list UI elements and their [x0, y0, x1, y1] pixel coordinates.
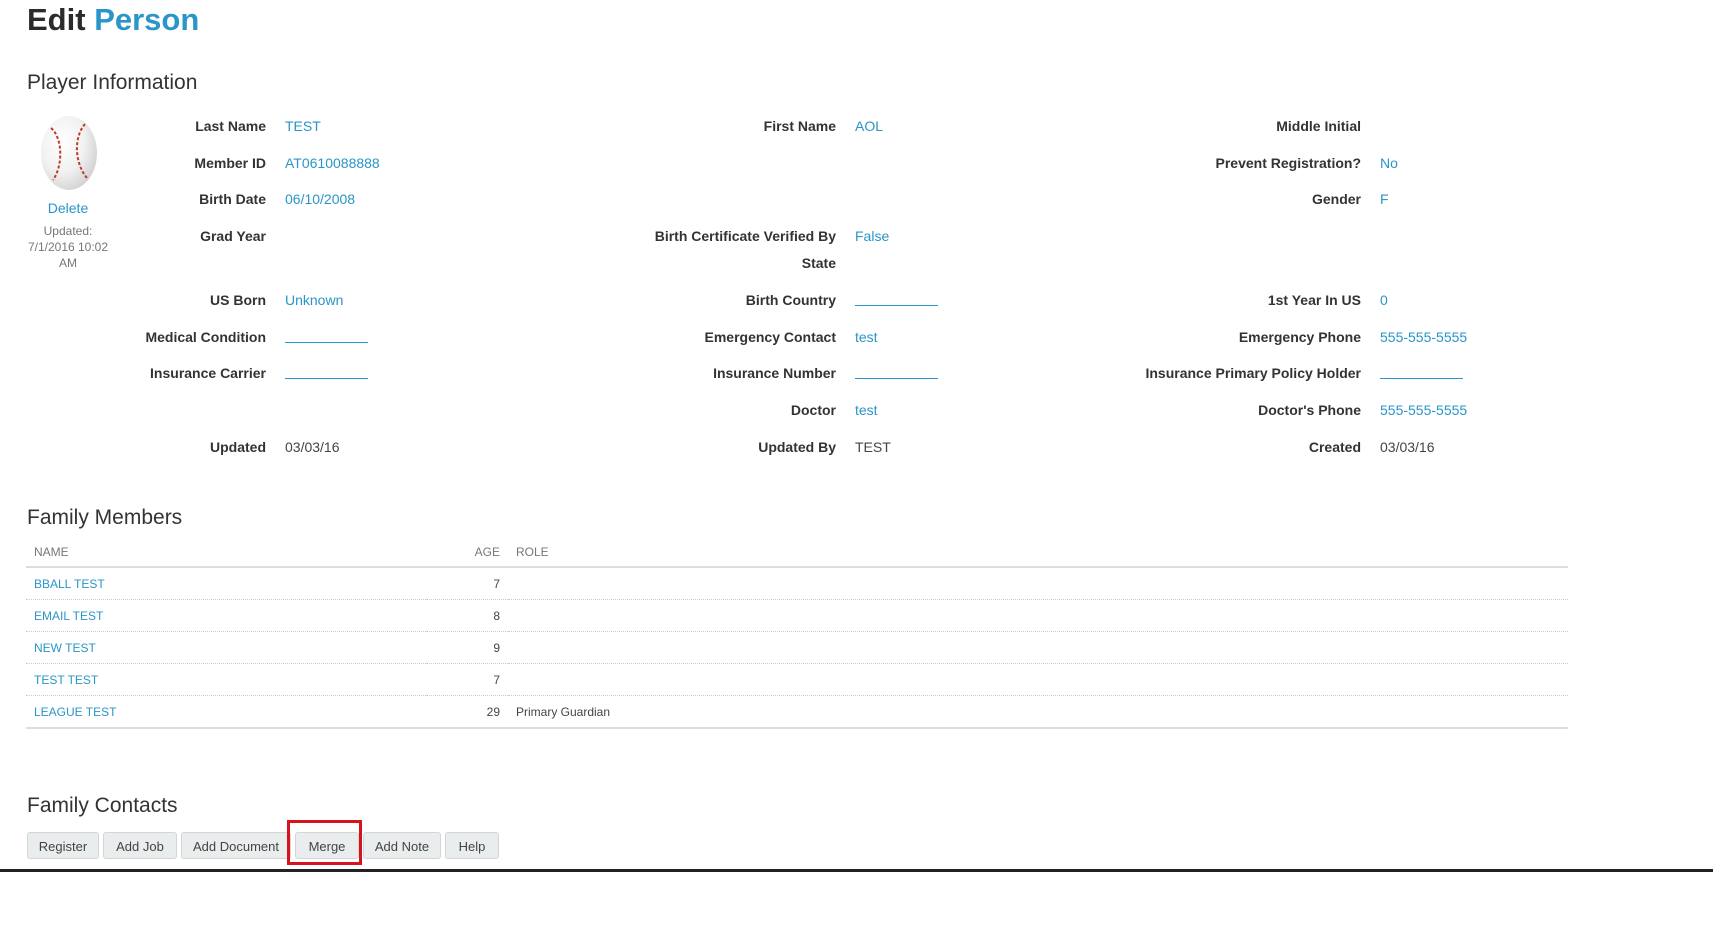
updated-value: 03/03/16 [285, 439, 340, 455]
member-age: 7 [426, 663, 508, 696]
updated-by-label: Updated By [758, 439, 836, 455]
gender-label: Gender [1311, 191, 1361, 207]
family-members-table: NAME AGE ROLE BBALL TEST 7 EMAIL TEST 8 … [26, 538, 1568, 729]
updated-label: Updated [210, 439, 266, 455]
add-note-button[interactable]: Add Note [363, 832, 441, 859]
updated-by-value: TEST [855, 439, 891, 455]
delete-link[interactable]: Delete [26, 200, 110, 216]
grad-year-label: Grad Year [200, 228, 266, 244]
member-name-link[interactable]: NEW TEST [26, 631, 426, 664]
member-name-link[interactable]: BBALL TEST [26, 567, 426, 600]
prevent-registration-label: Prevent Registration? [1215, 155, 1361, 171]
page-title-prefix: Edit [27, 2, 86, 37]
created-label: Created [1308, 439, 1361, 455]
table-row: TEST TEST 7 [26, 663, 1568, 696]
add-document-button[interactable]: Add Document [181, 832, 291, 859]
birth-country-label: Birth Country [745, 292, 836, 308]
member-name-link[interactable]: LEAGUE TEST [26, 695, 426, 729]
table-row: BBALL TEST 7 [26, 567, 1568, 600]
doctor-value[interactable]: test [855, 401, 878, 419]
emergency-contact-label: Emergency Contact [704, 329, 836, 345]
doctor-phone-label: Doctor's Phone [1258, 402, 1361, 418]
middle-initial-label: Middle Initial [1276, 118, 1361, 134]
page-title-accent: Person [94, 2, 200, 37]
member-age: 9 [426, 631, 508, 664]
page-title: Edit Person [27, 0, 199, 40]
doctor-phone-value[interactable]: 555-555-5555 [1380, 401, 1467, 419]
table-row: LEAGUE TEST 29 Primary Guardian [26, 695, 1568, 729]
emergency-contact-value[interactable]: test [855, 328, 878, 346]
member-name-link[interactable]: EMAIL TEST [26, 599, 426, 632]
insurance-carrier-empty-link[interactable] [285, 378, 368, 379]
help-button[interactable]: Help [445, 832, 499, 859]
medical-condition-label: Medical Condition [145, 329, 266, 345]
member-age: 8 [426, 599, 508, 632]
column-header-role[interactable]: ROLE [508, 538, 1568, 568]
state-label: State [801, 255, 836, 271]
birth-certificate-verified-label: Birth Certificate Verified By [654, 228, 836, 244]
family-members-heading: Family Members [27, 506, 183, 529]
member-role [508, 567, 1568, 600]
us-born-value[interactable]: Unknown [285, 291, 343, 309]
insurance-number-label: Insurance Number [713, 365, 836, 381]
insurance-number-empty-link[interactable] [855, 378, 938, 379]
birth-date-label: Birth Date [199, 191, 266, 207]
member-name-link[interactable]: TEST TEST [26, 663, 426, 696]
first-year-in-us-label: 1st Year In US [1267, 292, 1361, 308]
prevent-registration-value[interactable]: No [1380, 154, 1398, 172]
insurance-policy-holder-empty-link[interactable] [1380, 378, 1463, 379]
player-information-heading: Player Information [27, 71, 198, 94]
add-job-button[interactable]: Add Job [103, 832, 177, 859]
emergency-phone-value[interactable]: 555-555-5555 [1380, 328, 1467, 346]
first-name-label: First Name [763, 118, 836, 134]
gender-value[interactable]: F [1380, 190, 1389, 208]
birth-certificate-verified-value[interactable]: False [855, 227, 889, 245]
first-year-in-us-value[interactable]: 0 [1380, 291, 1388, 309]
member-role [508, 663, 1568, 696]
insurance-policy-holder-label: Insurance Primary Policy Holder [1145, 365, 1361, 381]
created-value: 03/03/16 [1380, 439, 1435, 455]
us-born-label: US Born [210, 292, 266, 308]
member-id-label: Member ID [194, 155, 266, 171]
column-header-name[interactable]: NAME [26, 538, 426, 568]
member-id-value[interactable]: AT0610088888 [285, 154, 380, 172]
birth-country-empty-link[interactable] [855, 305, 938, 306]
first-name-value[interactable]: AOL [855, 117, 883, 135]
member-role: Primary Guardian [508, 695, 1568, 729]
member-role [508, 599, 1568, 632]
register-button[interactable]: Register [27, 832, 99, 859]
table-row: EMAIL TEST 8 [26, 599, 1568, 632]
merge-highlight-box [287, 820, 362, 865]
table-row: NEW TEST 9 [26, 631, 1568, 664]
member-age: 7 [426, 567, 508, 600]
last-name-value[interactable]: TEST [285, 117, 321, 135]
last-name-label: Last Name [195, 118, 266, 134]
updated-note: Updated: 7/1/2016 10:02 AM [27, 224, 109, 270]
insurance-carrier-label: Insurance Carrier [150, 365, 266, 381]
family-contacts-heading: Family Contacts [27, 794, 178, 817]
member-role [508, 631, 1568, 664]
member-age: 29 [426, 695, 508, 729]
medical-condition-empty-link[interactable] [285, 342, 368, 343]
column-header-age[interactable]: AGE [426, 538, 508, 568]
table-header-row: NAME AGE ROLE [26, 538, 1568, 568]
baseball-icon [41, 116, 97, 190]
bottom-divider [0, 869, 1713, 872]
emergency-phone-label: Emergency Phone [1238, 329, 1361, 345]
birth-date-value[interactable]: 06/10/2008 [285, 190, 355, 208]
doctor-label: Doctor [790, 402, 836, 418]
